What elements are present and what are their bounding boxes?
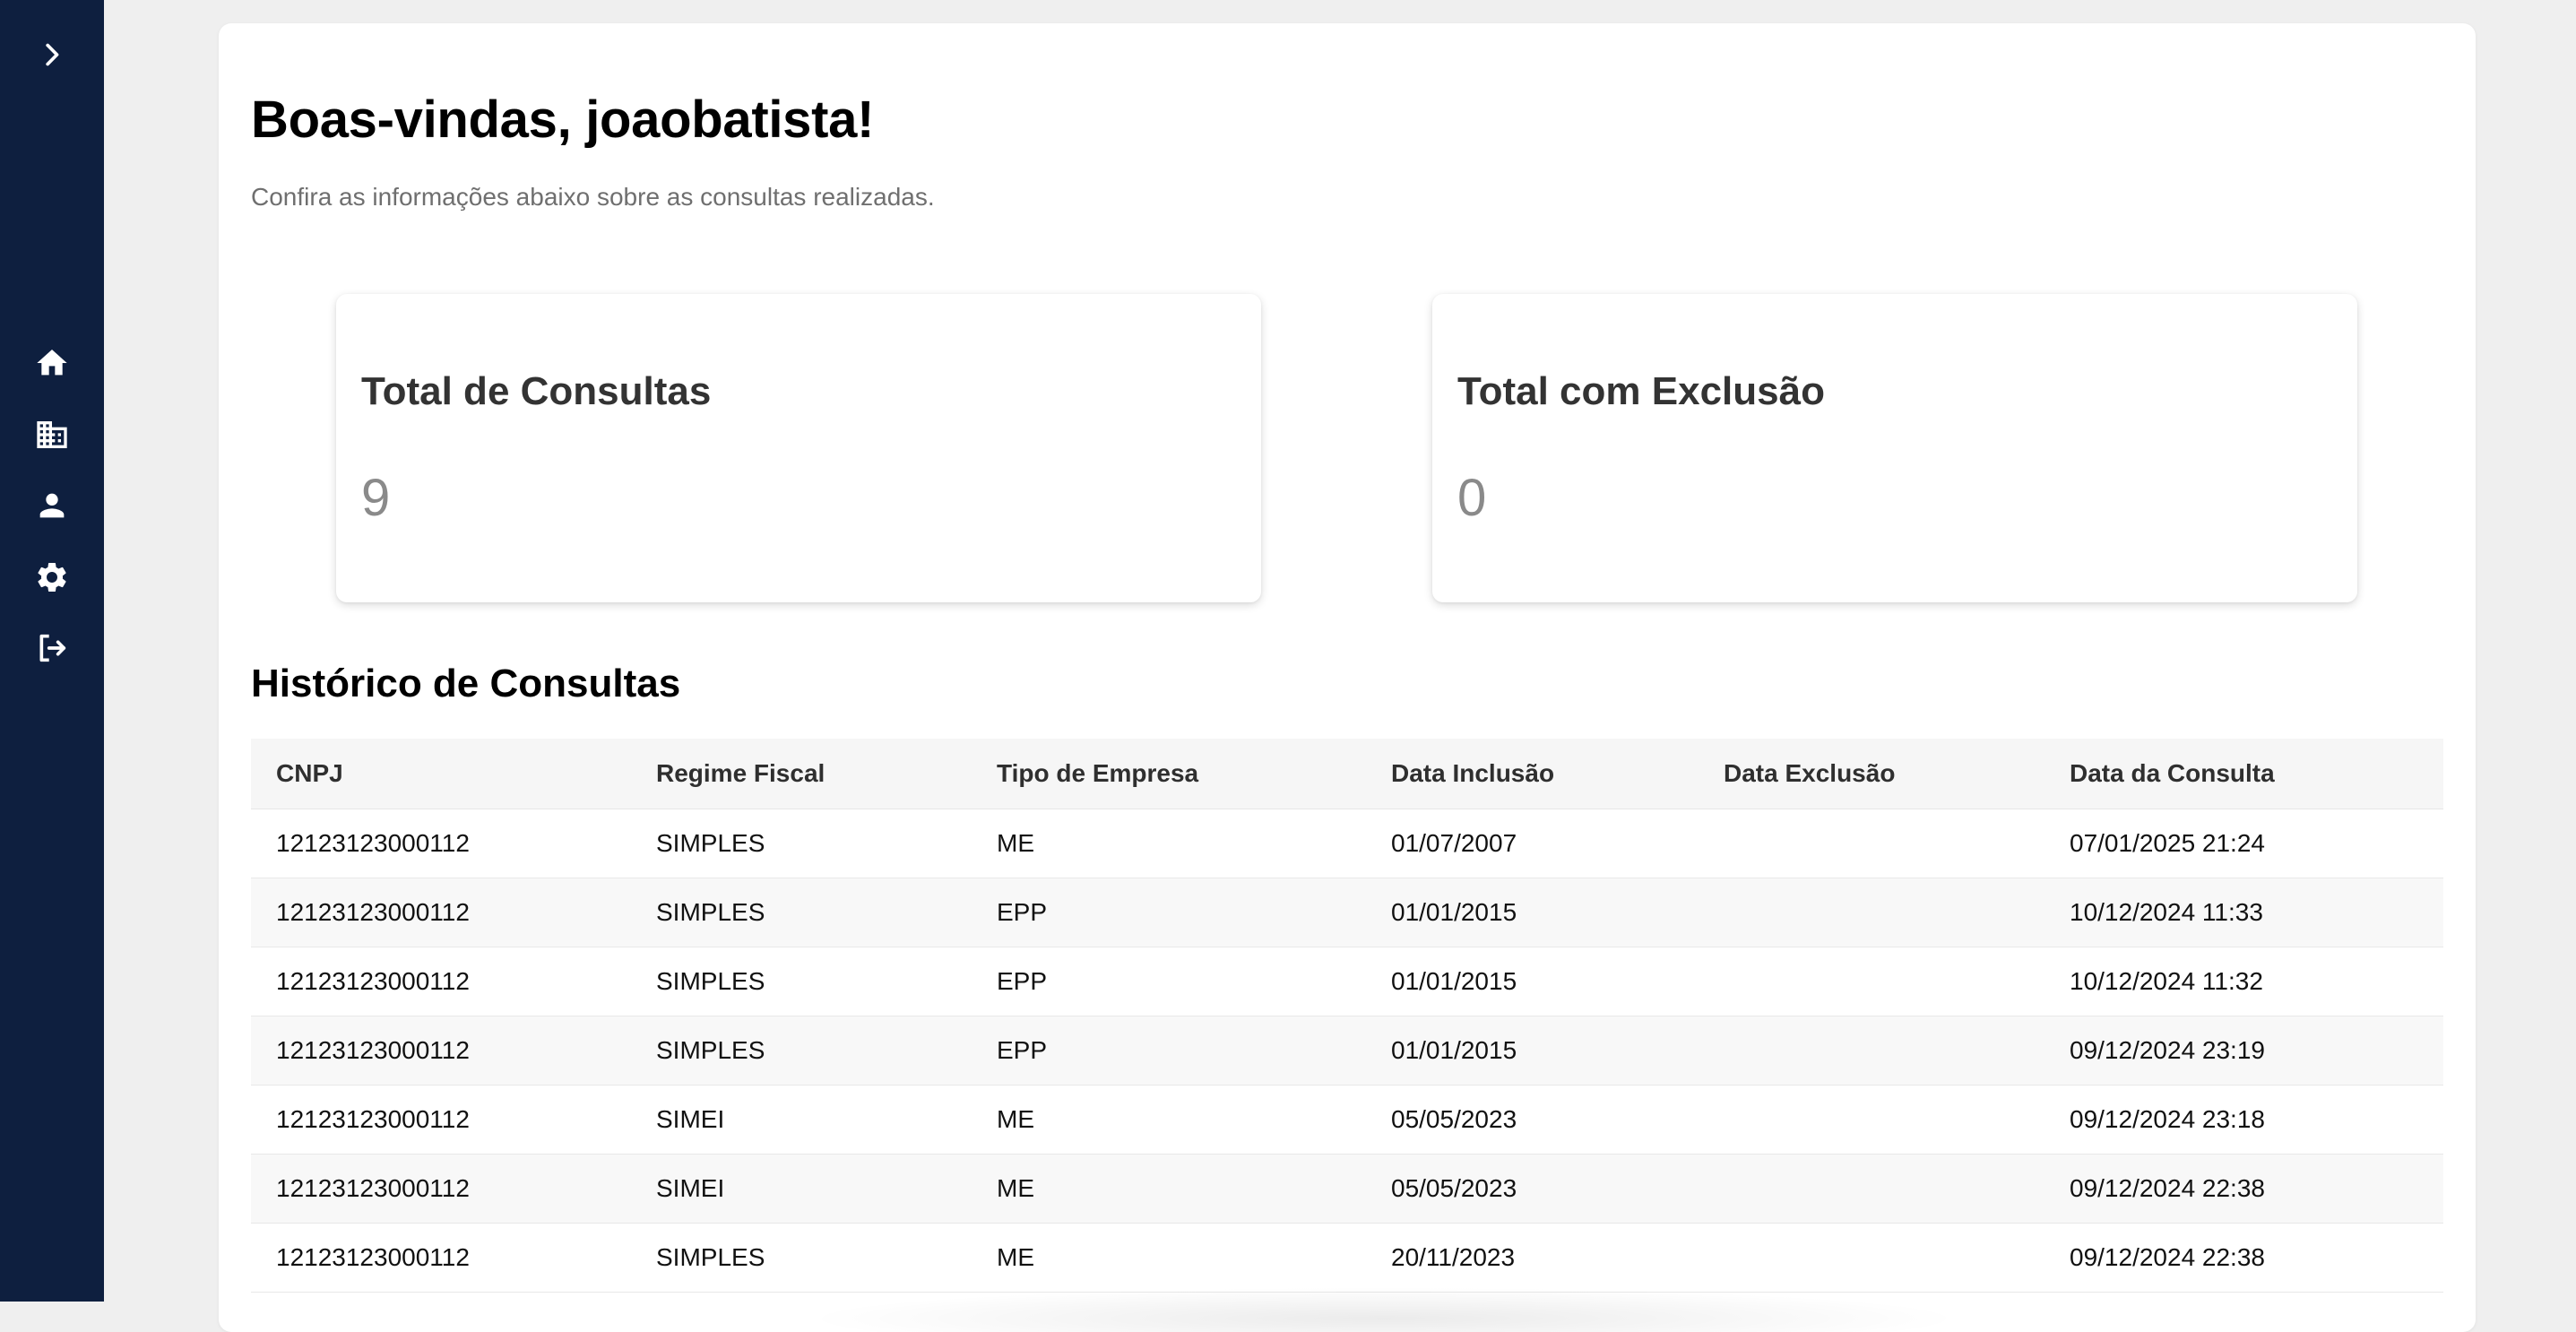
stat-card-total-consultas: Total de Consultas 9 bbox=[336, 294, 1261, 602]
stat-value: 0 bbox=[1457, 469, 1487, 527]
cnpj-cell: 12123123000112 bbox=[251, 1223, 631, 1293]
logout-icon bbox=[34, 630, 70, 666]
data-exclusao-cell bbox=[1699, 1223, 2044, 1293]
history-table-body: 12123123000112 SIMPLES ME 01/07/2007 07/01/2… bbox=[251, 809, 2443, 1293]
gear-icon bbox=[34, 559, 70, 595]
column-header-data-inclusao[interactable]: Data Inclusão bbox=[1366, 739, 1699, 809]
regime-fiscal-cell: SIMPLES bbox=[631, 878, 972, 947]
data-inclusao-cell: 01/01/2015 bbox=[1366, 878, 1699, 947]
table-row[interactable]: 12123123000112 SIMPLES EPP 01/01/2015 10/12/… bbox=[251, 878, 2443, 947]
data-inclusao-cell: 05/05/2023 bbox=[1366, 1154, 1699, 1224]
regime-fiscal-cell: SIMPLES bbox=[631, 947, 972, 1016]
data-consulta-cell: 09/12/2024 22:38 bbox=[2044, 1223, 2443, 1293]
sidebar bbox=[0, 0, 104, 1302]
cnpj-cell: 12123123000112 bbox=[251, 878, 631, 947]
tipo-empresa-cell: ME bbox=[972, 809, 1366, 878]
regime-fiscal-cell: SIMEI bbox=[631, 1154, 972, 1224]
data-exclusao-cell bbox=[1699, 1154, 2044, 1224]
chevron-right-icon bbox=[37, 39, 67, 70]
stat-card-total-exclusao: Total com Exclusão 0 bbox=[1432, 294, 2357, 602]
data-exclusao-cell bbox=[1699, 1016, 2044, 1085]
page-subtitle: Confira as informações abaixo sobre as c… bbox=[251, 183, 935, 211]
data-consulta-cell: 10/12/2024 11:33 bbox=[2044, 878, 2443, 947]
data-inclusao-cell: 05/05/2023 bbox=[1366, 1085, 1699, 1155]
person-icon bbox=[34, 488, 70, 523]
column-header-data-consulta[interactable]: Data da Consulta bbox=[2044, 739, 2443, 809]
column-header-data-exclusao[interactable]: Data Exclusão bbox=[1699, 739, 2044, 809]
regime-fiscal-cell: SIMPLES bbox=[631, 1223, 972, 1293]
table-row[interactable]: 12123123000112 SIMPLES ME 20/11/2023 09/12/2… bbox=[251, 1223, 2443, 1293]
table-row[interactable]: 12123123000112 SIMEI ME 05/05/2023 09/12/202… bbox=[251, 1154, 2443, 1224]
history-title: Histórico de Consultas bbox=[251, 662, 681, 705]
cnpj-cell: 12123123000112 bbox=[251, 1016, 631, 1085]
tipo-empresa-cell: ME bbox=[972, 1223, 1366, 1293]
data-exclusao-cell bbox=[1699, 809, 2044, 878]
expand-sidebar-button[interactable] bbox=[22, 24, 82, 85]
regime-fiscal-cell: SIMEI bbox=[631, 1085, 972, 1155]
data-inclusao-cell: 20/11/2023 bbox=[1366, 1223, 1699, 1293]
table-row[interactable]: 12123123000112 SIMPLES EPP 01/01/2015 09/12/… bbox=[251, 1016, 2443, 1085]
sidebar-item-home[interactable] bbox=[22, 333, 82, 394]
stat-label: Total de Consultas bbox=[361, 369, 712, 413]
table-row[interactable]: 12123123000112 SIMPLES EPP 01/01/2015 10/12/… bbox=[251, 947, 2443, 1016]
page-title: Boas-vindas, joaobatista! bbox=[251, 91, 875, 149]
data-consulta-cell: 09/12/2024 23:18 bbox=[2044, 1085, 2443, 1155]
tipo-empresa-cell: EPP bbox=[972, 878, 1366, 947]
regime-fiscal-cell: SIMPLES bbox=[631, 809, 972, 878]
column-header-tipo-empresa[interactable]: Tipo de Empresa bbox=[972, 739, 1366, 809]
data-consulta-cell: 07/01/2025 21:24 bbox=[2044, 809, 2443, 878]
table-row[interactable]: 12123123000112 SIMEI ME 05/05/2023 09/12/202… bbox=[251, 1085, 2443, 1155]
building-icon bbox=[34, 417, 70, 453]
stat-value: 9 bbox=[361, 469, 391, 527]
tipo-empresa-cell: ME bbox=[972, 1154, 1366, 1224]
cnpj-cell: 12123123000112 bbox=[251, 1085, 631, 1155]
sidebar-item-profile[interactable] bbox=[22, 475, 82, 536]
tipo-empresa-cell: EPP bbox=[972, 1016, 1366, 1085]
data-exclusao-cell bbox=[1699, 878, 2044, 947]
cnpj-cell: 12123123000112 bbox=[251, 1154, 631, 1224]
cnpj-cell: 12123123000112 bbox=[251, 947, 631, 1016]
table-header-row: CNPJ Regime Fiscal Tipo de Empresa Data … bbox=[251, 739, 2443, 809]
bottom-shadow bbox=[801, 1287, 1967, 1332]
tipo-empresa-cell: EPP bbox=[972, 947, 1366, 1016]
data-exclusao-cell bbox=[1699, 1085, 2044, 1155]
table-row[interactable]: 12123123000112 SIMPLES ME 01/07/2007 07/01/2… bbox=[251, 809, 2443, 878]
home-icon bbox=[34, 345, 70, 381]
column-header-cnpj[interactable]: CNPJ bbox=[251, 739, 631, 809]
column-header-regime-fiscal[interactable]: Regime Fiscal bbox=[631, 739, 972, 809]
stat-label: Total com Exclusão bbox=[1457, 369, 1825, 413]
data-consulta-cell: 09/12/2024 23:19 bbox=[2044, 1016, 2443, 1085]
cnpj-cell: 12123123000112 bbox=[251, 809, 631, 878]
history-table: CNPJ Regime Fiscal Tipo de Empresa Data … bbox=[251, 739, 2443, 1293]
data-inclusao-cell: 01/07/2007 bbox=[1366, 809, 1699, 878]
data-inclusao-cell: 01/01/2015 bbox=[1366, 1016, 1699, 1085]
main-content-card: Boas-vindas, joaobatista! Confira as inf… bbox=[219, 23, 2476, 1332]
data-inclusao-cell: 01/01/2015 bbox=[1366, 947, 1699, 1016]
data-exclusao-cell bbox=[1699, 947, 2044, 1016]
sidebar-item-logout[interactable] bbox=[22, 618, 82, 679]
sidebar-item-settings[interactable] bbox=[22, 547, 82, 608]
regime-fiscal-cell: SIMPLES bbox=[631, 1016, 972, 1085]
data-consulta-cell: 09/12/2024 22:38 bbox=[2044, 1154, 2443, 1224]
sidebar-item-companies[interactable] bbox=[22, 404, 82, 465]
tipo-empresa-cell: ME bbox=[972, 1085, 1366, 1155]
data-consulta-cell: 10/12/2024 11:32 bbox=[2044, 947, 2443, 1016]
